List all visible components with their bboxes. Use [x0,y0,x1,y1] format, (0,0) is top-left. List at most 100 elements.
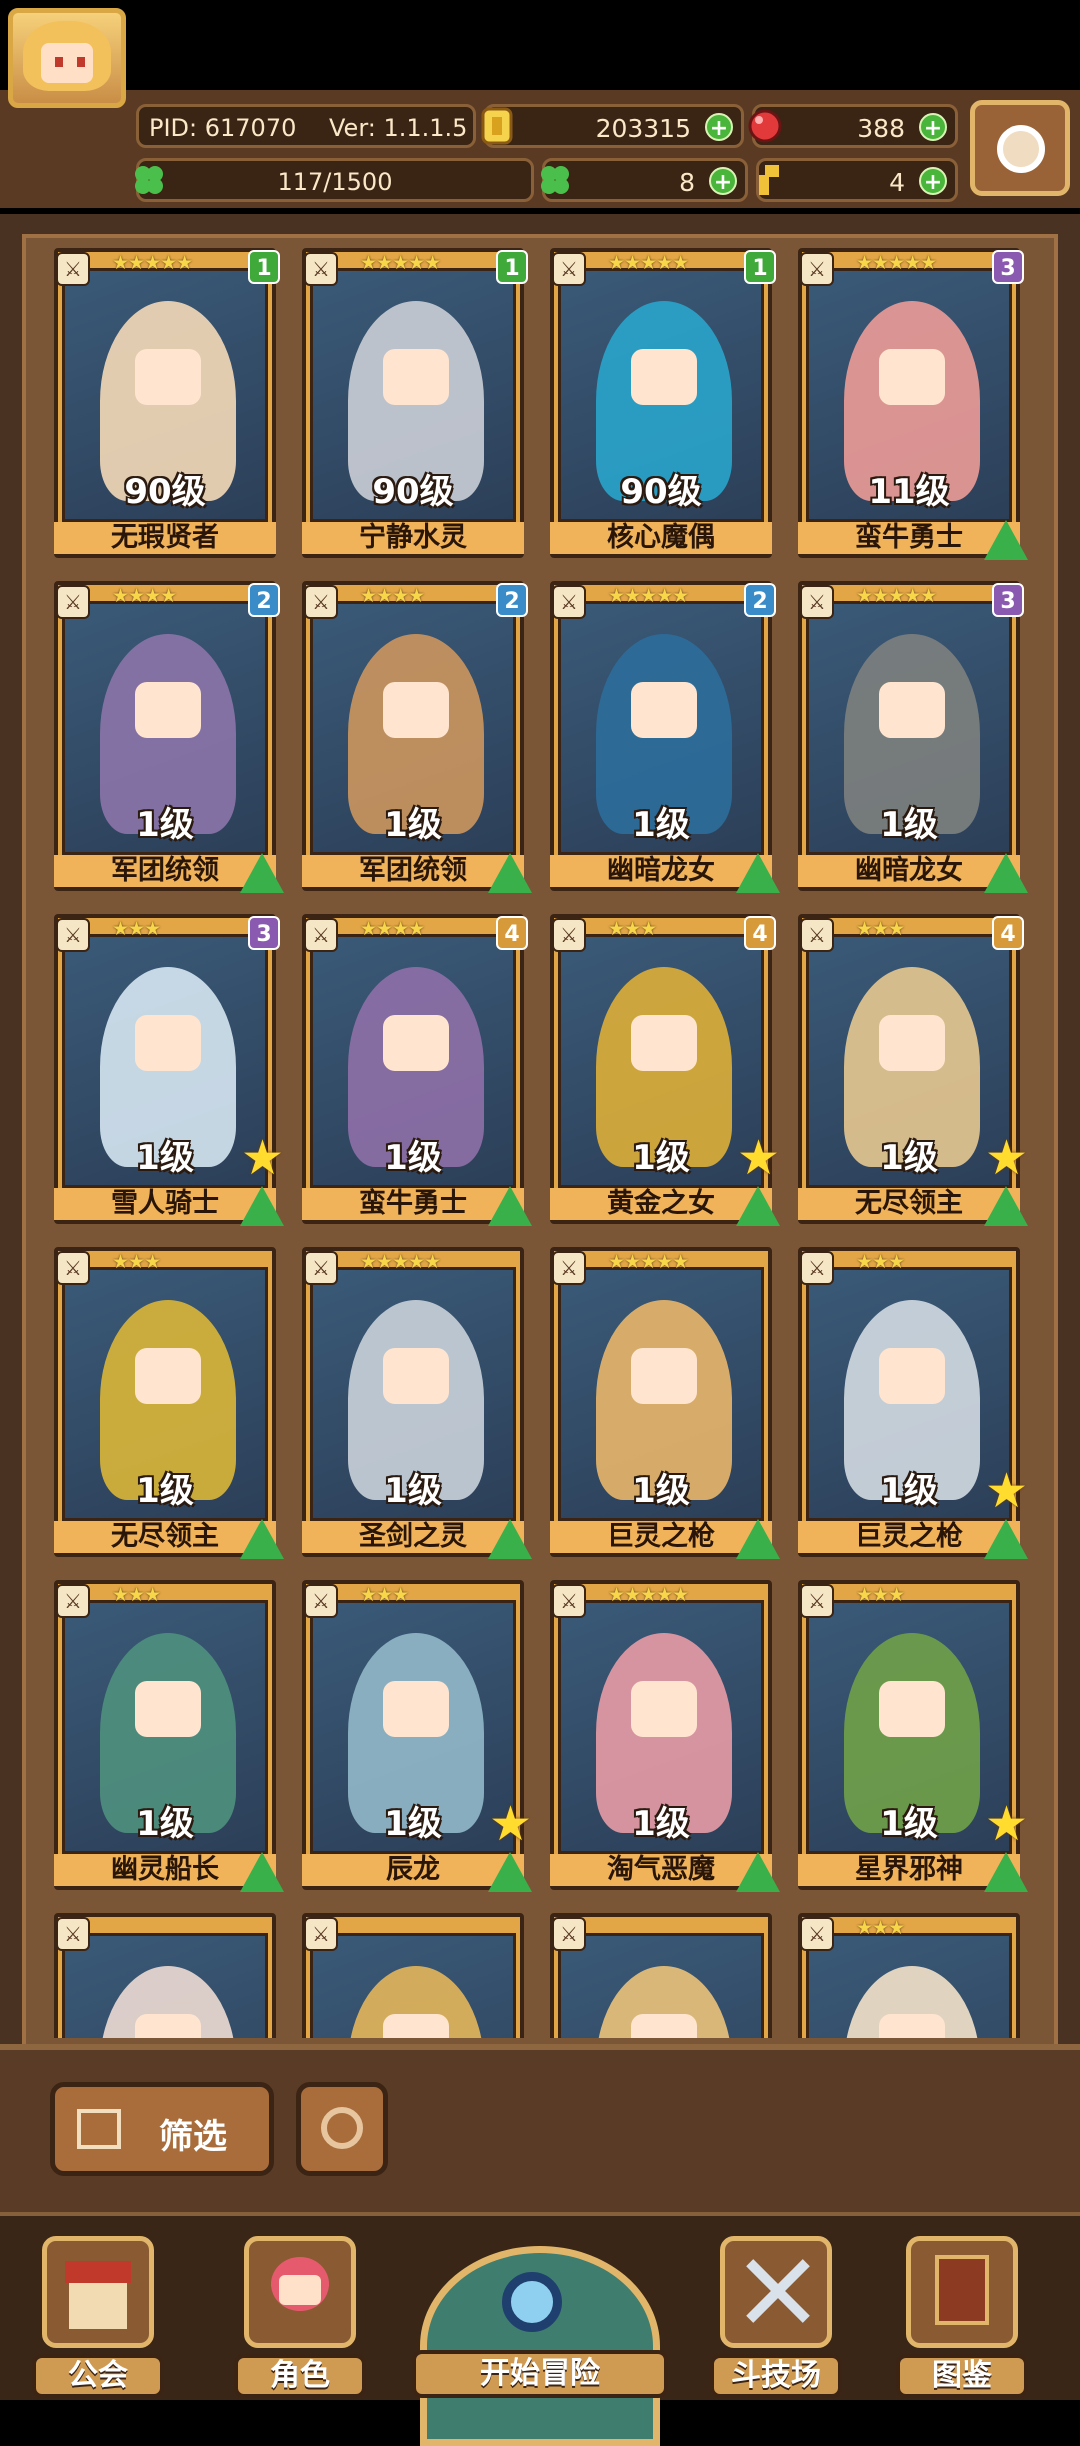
character-name: 无瑕贤者 [54,522,276,554]
character-card[interactable]: ⚔ ★★★★★ 1级 巨灵之枪 [546,1247,780,1559]
character-level: 1级 [384,1138,442,1178]
character-level: 1级 [880,805,938,845]
class-icon: ⚔ [800,1251,834,1285]
start-adventure-button[interactable]: 开始冒险 [412,2246,668,2446]
character-card[interactable]: ⚔ ★★★★★ 3 1级 幽暗龙女 [794,581,1028,893]
gear-icon [997,125,1045,173]
grade-badge: 4 [744,916,776,950]
class-icon: ⚔ [552,918,586,952]
character-card[interactable]: ⚔ ★★★ 1级 星界邪神 ★ [794,1580,1028,1892]
key-counter: 4 + [756,158,958,202]
settings-button[interactable] [970,100,1070,196]
star-icon: ★ [984,1130,1028,1186]
character-card[interactable]: ⚔ [546,1913,776,2038]
add-clover-button[interactable]: + [709,167,737,195]
character-card[interactable]: ⚔ ★★★ 1级 无尽领主 [50,1247,284,1559]
upgrade-arrow-icon [240,853,284,893]
filter-label: 筛选 [159,2117,227,2157]
character-card[interactable]: ⚔ ★★★ 1级 幽灵船长 [50,1580,284,1892]
character-card[interactable]: ⚔ ★★★ [794,1913,1024,2038]
grade-badge: 2 [744,583,776,617]
character-portrait [806,1933,1012,2038]
crossed-swords-icon [720,2236,832,2348]
nav-guild[interactable]: 公会 [32,2226,164,2398]
class-icon: ⚔ [56,918,90,952]
character-card[interactable]: ⚔ ★★★ 1级 巨灵之枪 ★ [794,1247,1028,1559]
character-card[interactable]: ⚔ ★★★★★ 1级 淘气恶魔 [546,1580,780,1892]
character-level: 11级 [868,472,950,512]
nav-arena-label: 斗技场 [710,2354,842,2398]
nav-character-label: 角色 [234,2354,366,2398]
character-card[interactable]: ⚔ ★★★★ 2 1级 军团统领 [50,581,284,893]
star-icon: ★ [984,1796,1028,1852]
class-icon: ⚔ [304,1251,338,1285]
key-icon [759,165,779,195]
character-level: 90级 [372,472,454,512]
character-card[interactable]: ⚔ ★★★ 3 1级 雪人骑士 ★ [50,914,284,1226]
rarity-stars: ★★★★ [360,585,425,607]
character-portrait [558,1933,764,2038]
nav-guild-label: 公会 [32,2354,164,2398]
refresh-button[interactable] [296,2082,388,2176]
character-card[interactable]: ⚔ ★★★ 1级 辰龙 ★ [298,1580,532,1892]
class-icon: ⚔ [56,1251,90,1285]
class-icon: ⚔ [56,1584,90,1618]
rarity-stars: ★★★★★ [856,585,937,607]
rarity-stars: ★★★ [856,1251,905,1273]
class-icon: ⚔ [56,252,90,286]
red-gem-icon [748,109,782,143]
character-name: 宁静水灵 [302,522,524,554]
class-icon: ⚔ [552,1251,586,1285]
character-card[interactable]: ⚔ ★★★★ 2 1级 军团统领 [298,581,532,893]
character-card[interactable]: ⚔ ★★★ 4 1级 无尽领主 ★ [794,914,1028,1226]
character-card[interactable]: ⚔ [50,1913,280,2038]
grade-badge: 3 [992,583,1024,617]
rarity-stars: ★★★ [856,918,905,940]
character-card[interactable]: ⚔ ★★★★★ 1 90级 核心魔偶 [546,248,776,558]
grade-badge: 4 [496,916,528,950]
rarity-stars: ★★★★★ [608,252,689,274]
player-id: PID: 617070 [149,114,297,142]
nav-codex[interactable]: 图鉴 [896,2226,1028,2398]
upgrade-arrow-icon [488,1852,532,1892]
player-avatar[interactable] [8,8,126,108]
rarity-stars: ★★★ [608,918,657,940]
character-card[interactable]: ⚔ [298,1913,528,2038]
nav-character[interactable]: 角色 [234,2226,366,2398]
upgrade-arrow-icon [984,1852,1028,1892]
clover-counter: 8 + [541,158,748,202]
upgrade-arrow-icon [240,1852,284,1892]
grade-badge: 3 [248,916,280,950]
class-icon: ⚔ [800,585,834,619]
character-card[interactable]: ⚔ ★★★ 4 1级 黄金之女 ★ [546,914,780,1226]
add-keys-button[interactable]: + [919,167,947,195]
upgrade-arrow-icon [240,1186,284,1226]
nav-codex-label: 图鉴 [896,2354,1028,2398]
character-card[interactable]: ⚔ ★★★★★ 1 90级 无瑕贤者 [50,248,280,558]
filter-button[interactable]: 筛选 [50,2082,274,2176]
character-card[interactable]: ⚔ ★★★★★ 1级 圣剑之灵 [298,1247,532,1559]
gold-counter: 203315 + [481,104,744,148]
add-gold-button[interactable]: + [705,113,733,141]
upgrade-arrow-icon [488,1186,532,1226]
player-id-bar: PID: 617070 Ver: 1.1.1.5 [136,104,476,148]
character-card[interactable]: ⚔ ★★★★★ 1 90级 宁静水灵 [298,248,528,558]
upgrade-arrow-icon [488,1519,532,1559]
rarity-stars: ★★★★★ [608,1584,689,1606]
rarity-stars: ★★★ [856,1584,905,1606]
book-icon [906,2236,1018,2348]
character-portrait [62,1933,268,2038]
character-level: 1级 [632,805,690,845]
class-icon: ⚔ [800,252,834,286]
add-gems-button[interactable]: + [919,113,947,141]
grade-badge: 2 [248,583,280,617]
nav-arena[interactable]: 斗技场 [710,2226,842,2398]
rarity-stars: ★★★★★ [608,585,689,607]
star-icon: ★ [240,1130,284,1186]
character-card[interactable]: ⚔ ★★★★ 4 1级 蛮牛勇士 [298,914,532,1226]
class-icon: ⚔ [800,1584,834,1618]
upgrade-arrow-icon [736,1519,780,1559]
character-card[interactable]: ⚔ ★★★★★ 3 11级 蛮牛勇士 [794,248,1028,560]
character-card[interactable]: ⚔ ★★★★★ 2 1级 幽暗龙女 [546,581,780,893]
grade-badge: 1 [248,250,280,284]
